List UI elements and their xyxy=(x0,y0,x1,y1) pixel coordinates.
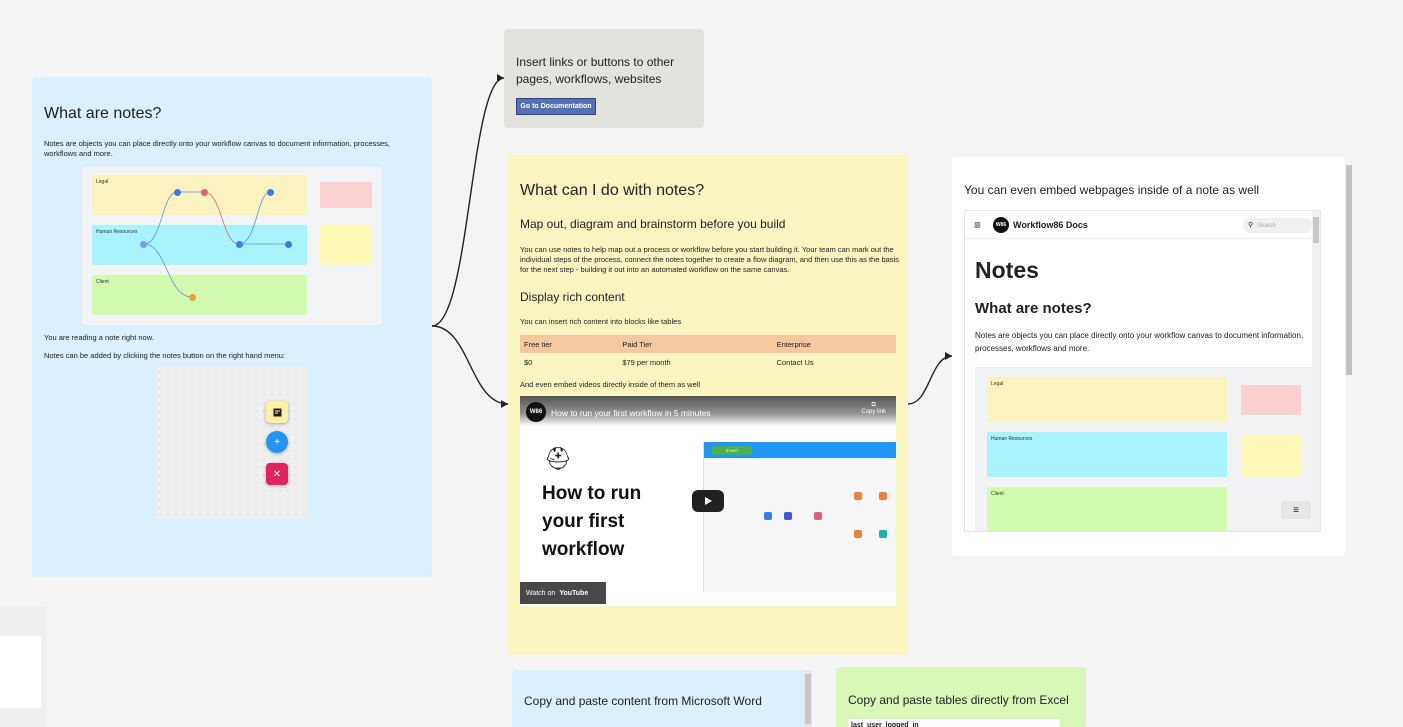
video-thumbnail-title: How to run your first workflow xyxy=(542,483,642,560)
note-copy-word[interactable]: Copy and paste content from Microsoft Wo… xyxy=(512,670,812,727)
diagram-node xyxy=(285,241,292,248)
table-header: last_user_logged_in xyxy=(851,722,919,727)
mini-note-red xyxy=(1241,385,1301,415)
workflow-diagram-image: Legal Human Resources Client xyxy=(82,167,382,325)
section-heading-rich-content: Display rich content xyxy=(520,290,625,304)
section-text-videos: And even embed videos directly inside of… xyxy=(520,380,701,389)
note-title: You can even embed webpages inside of a … xyxy=(964,183,1260,197)
table-cell: $79 per month xyxy=(622,357,671,367)
channel-avatar[interactable]: W86 xyxy=(526,402,546,422)
hamburger-menu-icon[interactable]: ≡ xyxy=(974,219,981,231)
site-logo[interactable]: W86 xyxy=(993,217,1009,233)
copy-icon: ⧉ xyxy=(871,402,876,408)
mini-note-yellow xyxy=(1241,435,1301,477)
pricing-table: Free tier Paid Tier Enterprise $0 $79 pe… xyxy=(520,335,896,371)
workflow-diagram-image: Legal Human Resources Client ≡ xyxy=(975,367,1313,531)
note-text-added: Notes can be added by clicking the notes… xyxy=(44,351,285,360)
video-thumbnail-screenshot: START xyxy=(703,442,896,592)
page-section-title: What are notes? xyxy=(975,300,1092,317)
diagram-link xyxy=(143,243,193,298)
workflow-canvas[interactable]: What are notes? Notes are objects you ca… xyxy=(0,0,1403,727)
note-copy-excel[interactable]: Copy and paste tables directly from Exce… xyxy=(836,667,1086,727)
diagram-node xyxy=(236,241,243,248)
diagram-node xyxy=(854,530,862,538)
search-icon: ⚲ xyxy=(1248,222,1254,229)
table-header-row: Free tier Paid Tier Enterprise xyxy=(520,335,896,353)
note-title: Copy and paste content from Microsoft Wo… xyxy=(524,694,762,708)
embedded-webpage[interactable]: ≡ W86 Workflow86 Docs Search ⚲ Notes Wha… xyxy=(964,210,1321,532)
lane-legal: Legal xyxy=(987,377,1227,422)
diagram-node xyxy=(764,512,772,520)
table-row: $0 $79 per month Contact Us xyxy=(520,353,896,371)
connector-intro-to-links xyxy=(431,77,505,327)
connector-intro-to-features xyxy=(431,325,509,405)
note-scrollbar[interactable] xyxy=(1345,157,1353,556)
page-title: Notes xyxy=(975,257,1039,283)
video-title[interactable]: How to run your first workflow in 5 minu… xyxy=(551,408,711,418)
diagram-node xyxy=(189,294,196,301)
site-search-input[interactable]: Search xyxy=(1243,218,1313,233)
connector-features-to-embed xyxy=(907,355,953,405)
note-embed-webpage[interactable]: You can even embed webpages inside of a … xyxy=(952,157,1345,556)
diagram-link xyxy=(143,191,178,245)
tools-icon: ✕ xyxy=(266,463,288,485)
video-screenshot-start: START xyxy=(712,446,752,455)
diagram-node xyxy=(267,189,274,196)
diagram-link xyxy=(203,191,240,245)
note-what-can-i-do[interactable]: What can I do with notes? Map out, diagr… xyxy=(508,155,908,655)
note-text-reading: You are reading a note right now. xyxy=(44,333,154,342)
embedded-video[interactable]: START W86 How to run your first workflow… xyxy=(520,396,896,606)
page-paragraph: Notes are objects you can place directly… xyxy=(975,331,1304,353)
diagram-node xyxy=(784,512,792,520)
note-text: Insert links or buttons to other pages, … xyxy=(516,55,675,86)
section-text-map-out: You can use notes to help map out a proc… xyxy=(520,245,899,274)
note-title: What can I do with notes? xyxy=(520,182,705,199)
connector-arrow-embed xyxy=(945,352,952,360)
helmet-icon: ⛑ xyxy=(544,446,572,471)
go-to-documentation-button[interactable]: Go to Documentation xyxy=(516,98,596,115)
section-text-rich-content: You can insert rich content into blocks … xyxy=(520,317,682,326)
table-header: Paid Tier xyxy=(618,335,773,353)
note-title: What are notes? xyxy=(44,105,162,122)
webpage-scrollbar[interactable] xyxy=(1312,211,1320,531)
add-icon: + xyxy=(266,431,288,453)
diagram-node xyxy=(174,189,181,196)
connector-arrow-features xyxy=(501,400,508,408)
diagram-node xyxy=(201,189,208,196)
diagram-node xyxy=(879,492,887,500)
note-insert-links[interactable]: Insert links or buttons to other pages, … xyxy=(504,29,704,128)
note-scrollbar[interactable] xyxy=(804,670,812,727)
section-heading-map-out: Map out, diagram and brainstorm before y… xyxy=(520,217,786,231)
diagram-node xyxy=(814,512,822,520)
watch-on-youtube-button[interactable]: Watch on YouTube xyxy=(520,582,606,604)
left-panel-card xyxy=(0,636,41,708)
diagram-node xyxy=(879,530,887,538)
diagram-node xyxy=(854,492,862,500)
note-what-are-notes[interactable]: What are notes? Notes are objects you ca… xyxy=(32,77,432,577)
note-description: Notes are objects you can place directly… xyxy=(44,139,391,158)
lane-human-resources: Human Resources xyxy=(987,432,1227,477)
site-name[interactable]: Workflow86 Docs xyxy=(1013,220,1088,230)
note-icon xyxy=(266,401,288,423)
table-header: Enterprise xyxy=(772,335,896,353)
diagram-links xyxy=(143,191,287,298)
menu-icon[interactable]: ≡ xyxy=(1281,501,1311,519)
table-cell: $0 xyxy=(524,357,533,367)
youtube-logo-icon: YouTube xyxy=(559,589,589,597)
left-side-panel xyxy=(0,606,46,727)
table-header: Free tier xyxy=(520,335,619,353)
lane-client: Client xyxy=(987,487,1227,531)
right-menu-preview: + ✕ xyxy=(156,367,307,519)
diagram-node xyxy=(140,241,147,248)
play-icon[interactable] xyxy=(692,490,724,512)
excel-table: last_user_logged_inreport_date_time xyxy=(848,719,1060,727)
note-title: Copy and paste tables directly from Exce… xyxy=(848,693,1069,707)
table-cell: Contact Us xyxy=(776,357,814,367)
copy-link-button[interactable]: ⧉ Copy link xyxy=(861,402,886,415)
diagram-link xyxy=(238,191,271,245)
connector-arrow-links xyxy=(497,74,504,82)
